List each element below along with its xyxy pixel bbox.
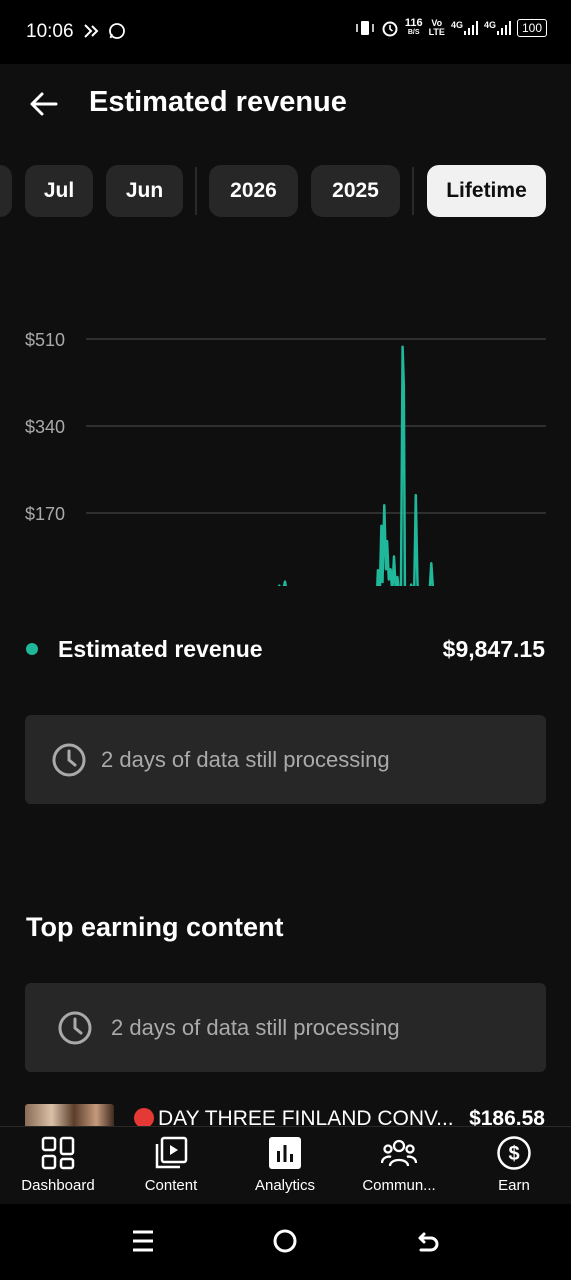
status-right-icons: 116 B/S Vo LTE 4G 4G 100 [355, 17, 547, 37]
y-tick-label: $170 [25, 504, 65, 524]
processing-text: 2 days of data still processing [101, 747, 390, 772]
chip-overflow-left[interactable] [0, 165, 12, 217]
alarm-icon [382, 21, 398, 37]
network-type-2: 4G [483, 20, 496, 30]
app-screen: Estimated revenue Jul Jun 2026 2025 Life… [0, 64, 571, 1204]
chip-lifetime[interactable]: Lifetime [427, 165, 546, 217]
chip-divider [195, 167, 197, 215]
summary-label: Estimated revenue [58, 636, 263, 662]
back-nav-icon[interactable] [413, 1226, 443, 1256]
network-type-1: 4G [450, 20, 463, 30]
chip-jul[interactable]: Jul [25, 165, 93, 217]
top-content-title: Top earning content [26, 912, 284, 942]
chip-jun[interactable]: Jun [106, 165, 183, 217]
nav-label: Analytics [254, 1177, 316, 1194]
red-circle-icon [134, 1108, 154, 1128]
nav-earn[interactable]: $ Earn [457, 1127, 571, 1205]
chip-2025[interactable]: 2025 [311, 165, 400, 217]
clock-icon [52, 743, 86, 777]
y-tick-label: $510 [25, 330, 65, 350]
signal-2: 4G [484, 21, 511, 35]
period-chip-row: Jul Jun 2026 2025 Lifetime [0, 165, 571, 217]
status-time: 10:06 [26, 21, 74, 42]
net-speed-unit: B/S [407, 29, 420, 36]
nav-label: Content [144, 1177, 198, 1194]
signal-1: 4G [451, 21, 478, 35]
top-app-bar: Estimated revenue [0, 64, 571, 144]
legend-dot [26, 643, 38, 655]
revenue-chart[interactable]: $510$340$170$0Aug 20, 2018Apr 22, 2021De… [0, 256, 571, 586]
signal-bars-icon [463, 21, 478, 35]
analytics-icon [269, 1137, 301, 1169]
status-bar: 10:06 116 B/S Vo LTE 4G 4G 100 [0, 0, 571, 64]
signal-bars-icon [496, 21, 511, 35]
processing-notice: 2 days of data still processing [25, 715, 546, 804]
nav-label: Earn [498, 1177, 530, 1194]
volte-bottom: LTE [428, 27, 445, 37]
dashboard-icon [41, 1136, 75, 1170]
nav-label: Dashboard [21, 1177, 95, 1194]
back-arrow-icon[interactable] [26, 86, 62, 122]
bottom-navigation: Dashboard Content Analytics Commun... $ … [0, 1126, 571, 1204]
nav-label: Commun... [362, 1177, 436, 1194]
vibrate-icon [356, 21, 374, 35]
svg-text:$: $ [508, 1143, 519, 1165]
status-left-icons [82, 22, 126, 40]
community-icon [381, 1139, 417, 1167]
clock-icon [58, 1011, 92, 1045]
media-icon [84, 24, 99, 38]
volte-indicator: Vo LTE [429, 19, 445, 37]
home-icon[interactable] [270, 1226, 300, 1256]
net-speed: 116 B/S [404, 17, 423, 37]
page-title: Estimated revenue [89, 86, 347, 118]
summary-value: $9,847.15 [442, 636, 545, 662]
chip-divider [412, 167, 414, 215]
nav-analytics[interactable]: Analytics [228, 1127, 342, 1205]
recents-icon[interactable] [128, 1226, 158, 1256]
processing-text: 2 days of data still processing [111, 1015, 400, 1040]
nav-dashboard[interactable]: Dashboard [1, 1127, 115, 1205]
battery-indicator: 100 [516, 19, 547, 37]
y-tick-label: $340 [25, 417, 65, 437]
net-speed-value: 116 [404, 17, 423, 29]
earn-icon: $ [497, 1136, 531, 1170]
nav-content[interactable]: Content [114, 1127, 228, 1205]
system-navigation-bar [0, 1204, 571, 1280]
revenue-series-line [277, 345, 435, 586]
processing-notice-top-content: 2 days of data still processing [25, 983, 546, 1072]
nav-community[interactable]: Commun... [342, 1127, 456, 1205]
whatsapp-icon [109, 23, 125, 39]
summary-row: Estimated revenue $9,847.15 [0, 630, 571, 670]
chip-2026[interactable]: 2026 [209, 165, 298, 217]
content-icon [155, 1136, 188, 1169]
